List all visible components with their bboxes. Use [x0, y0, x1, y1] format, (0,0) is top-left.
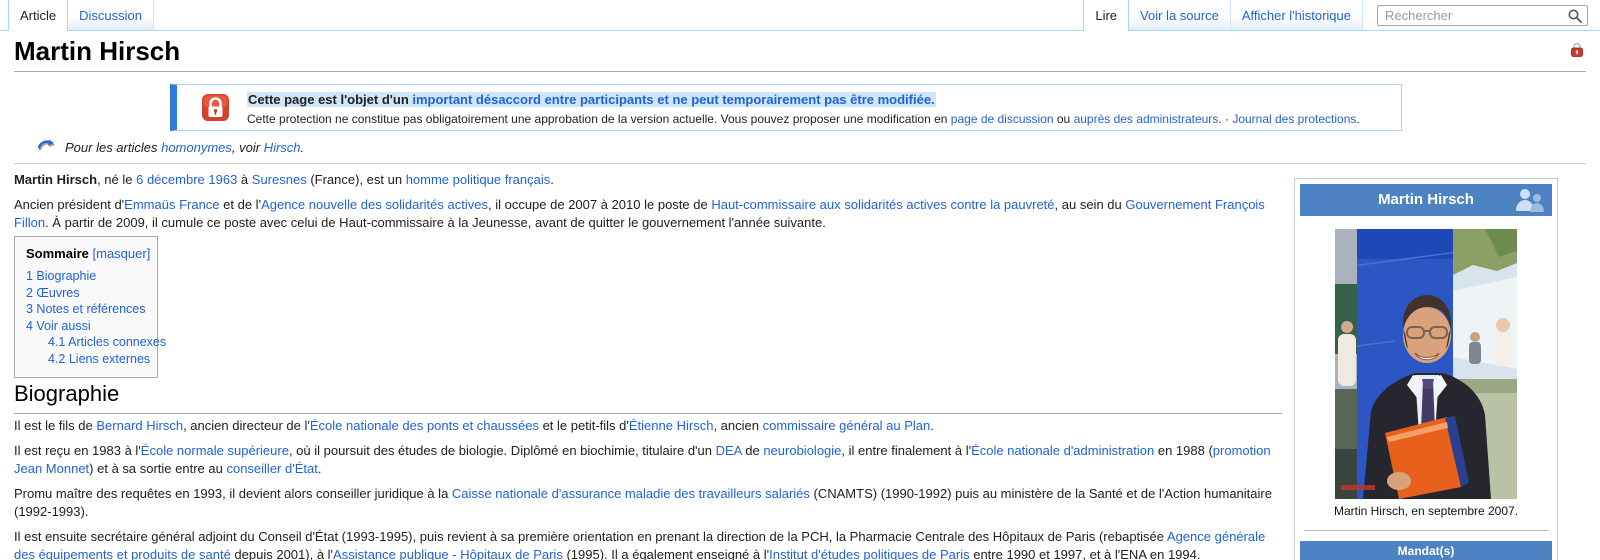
link[interactable]: homme politique — [406, 172, 501, 187]
hatnote-text: Pour les articles homonymes, voir Hirsch… — [65, 140, 304, 155]
link[interactable]: Étienne Hirsch — [629, 418, 714, 433]
toc-title: Sommaire [masquer] — [26, 246, 146, 261]
lead-paragraph-2: Ancien président d'Emmaüs France et de l… — [14, 196, 1282, 232]
tab-afficher-historique[interactable]: Afficher l'historique — [1231, 0, 1363, 30]
search-box — [1377, 5, 1588, 26]
link[interactable]: Journal des protections — [1232, 112, 1356, 126]
link[interactable]: Caisse nationale d'assurance maladie des… — [452, 486, 810, 501]
disambiguation-icon — [38, 139, 57, 155]
bio-paragraph-3: Promu maître des requêtes en 1993, il de… — [14, 485, 1282, 521]
link[interactable]: neurobiologie — [763, 443, 841, 458]
table-of-contents: Sommaire [masquer] 1 Biographie 2 Œuvres… — [14, 236, 158, 378]
link[interactable]: commissaire général au Plan — [763, 418, 931, 433]
tab-voir-la-source[interactable]: Voir la source — [1129, 0, 1231, 30]
link[interactable]: page de discussion — [951, 112, 1054, 126]
link[interactable]: Hirsch — [264, 140, 301, 155]
link[interactable]: Emmaüs France — [124, 197, 219, 212]
link[interactable]: conseiller d'État — [226, 461, 317, 476]
link[interactable]: auprès des administrateurs — [1074, 112, 1219, 126]
infobox-divider — [1304, 530, 1548, 531]
toc-toggle[interactable]: [masquer] — [93, 246, 151, 261]
view-tabs: Lire Voir la source Afficher l'historiqu… — [1083, 0, 1588, 30]
portrait-photo — [1335, 229, 1517, 499]
link[interactable]: Agence nouvelle des solidarités actives — [261, 197, 488, 212]
link[interactable]: Institut d'études politiques de Paris — [769, 547, 970, 560]
link[interactable]: Haut-commissaire aux solidarités actives… — [711, 197, 1054, 212]
link[interactable]: École nationale d'administration — [971, 443, 1154, 458]
banner-line1: Cette page est l'objet d'un important dé… — [247, 92, 936, 107]
tab-article[interactable]: Article — [8, 0, 68, 31]
section-heading-biographie: Biographie — [14, 381, 1282, 414]
biography-section: Il est le fils de Bernard Hirsch, ancien… — [14, 417, 1282, 560]
protection-banner: Cette page est l'objet d'un important dé… — [170, 84, 1402, 131]
lead-divider — [14, 163, 1586, 164]
link[interactable]: 6 décembre — [136, 172, 205, 187]
toc-item-voir-aussi[interactable]: 4 Voir aussi — [26, 318, 146, 335]
mandates-header: Mandat(s) — [1300, 541, 1552, 560]
link[interactable]: important désaccord entre participants e… — [412, 92, 934, 107]
search-icon[interactable] — [1567, 8, 1583, 24]
link[interactable]: Assistance publique - Hôpitaux de Paris — [333, 547, 563, 560]
toc-title-label: Sommaire — [26, 246, 89, 261]
toc-item-biographie[interactable]: 1 Biographie — [26, 268, 146, 285]
page-protection-lock-icon — [1570, 42, 1584, 62]
banner-lock-icon — [199, 91, 232, 129]
bio-paragraph-2: Il est reçu en 1983 à l'École normale su… — [14, 442, 1282, 478]
link[interactable]: Suresnes — [252, 172, 307, 187]
banner-text: Cette page est l'objet d'un important dé… — [247, 85, 1401, 126]
toc-item-articles-connexes[interactable]: 4.1 Articles connexes — [48, 334, 146, 351]
infobox: Martin Hirsch — [1294, 178, 1558, 560]
infobox-header: Martin Hirsch — [1300, 184, 1552, 216]
tab-bar: Article Discussion Lire Voir la source A… — [0, 0, 1600, 31]
wikipedia-article-page: Article Discussion Lire Voir la source A… — [0, 0, 1600, 560]
title-divider — [14, 71, 1586, 72]
tab-discussion[interactable]: Discussion — [68, 0, 154, 30]
bio-paragraph-1: Il est le fils de Bernard Hirsch, ancien… — [14, 417, 1282, 435]
toc-item-liens-externes[interactable]: 4.2 Liens externes — [48, 351, 146, 368]
namespace-tabs: Article Discussion — [8, 0, 154, 30]
tab-lire[interactable]: Lire — [1083, 0, 1129, 31]
link[interactable]: 1963 — [208, 172, 237, 187]
banner-line2: Cette protection ne constitue pas obliga… — [247, 112, 1401, 126]
link[interactable]: homonymes — [161, 140, 232, 155]
link[interactable]: École normale supérieure — [141, 443, 289, 458]
photo-caption: Martin Hirsch, en septembre 2007. — [1300, 504, 1552, 518]
infobox-title: Martin Hirsch — [1378, 191, 1474, 208]
bio-paragraph-4: Il est ensuite secrétaire général adjoin… — [14, 528, 1282, 560]
lead-section: Martin Hirsch, né le 6 décembre 1963 à S… — [14, 171, 1282, 239]
lead-paragraph-1: Martin Hirsch, né le 6 décembre 1963 à S… — [14, 171, 1282, 189]
link[interactable]: DEA — [716, 443, 742, 458]
hatnote: Pour les articles homonymes, voir Hirsch… — [38, 139, 304, 155]
page-title: Martin Hirsch — [14, 36, 180, 67]
link[interactable]: français — [505, 172, 551, 187]
link[interactable]: École nationale des ponts et chaussées — [310, 418, 539, 433]
politician-people-icon — [1513, 187, 1547, 225]
toc-item-oeuvres[interactable]: 2 Œuvres — [26, 285, 146, 302]
toc-item-notes[interactable]: 3 Notes et références — [26, 301, 146, 318]
search-input[interactable] — [1377, 5, 1588, 26]
link[interactable]: Bernard Hirsch — [96, 418, 183, 433]
